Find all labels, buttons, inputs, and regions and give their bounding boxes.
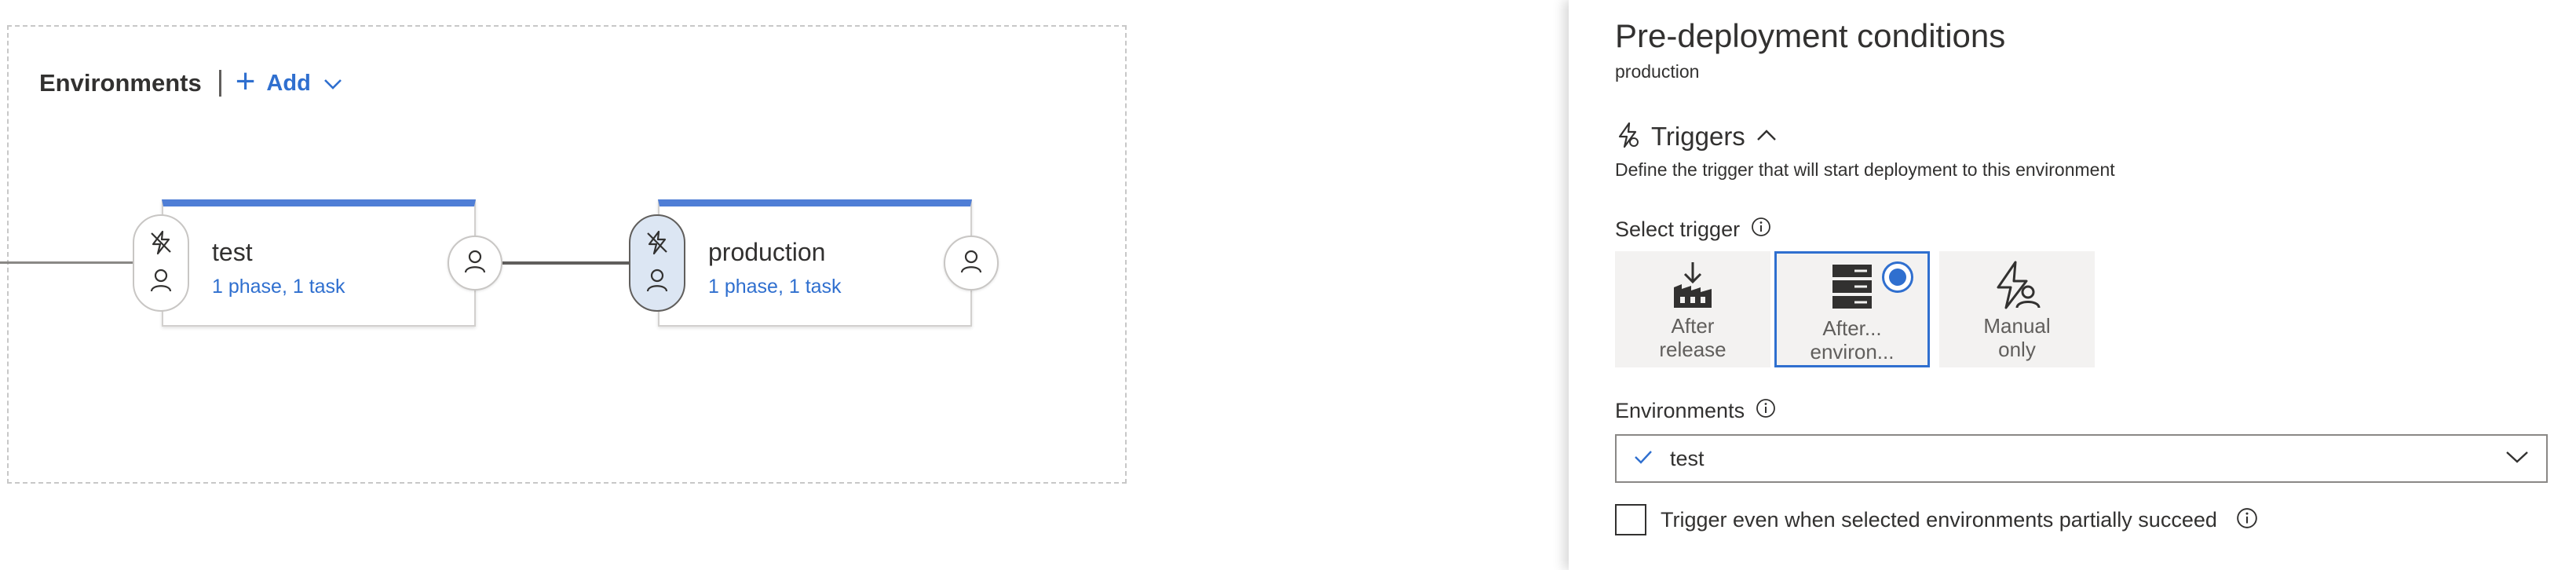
trigger-icon xyxy=(1615,122,1640,152)
environments-field-label: Environments xyxy=(1615,398,1776,424)
environments-dropdown[interactable]: test xyxy=(1615,434,2548,483)
pipeline-canvas: Environments + Add test 1 phase, 1 task … xyxy=(0,0,1569,570)
trigger-option-after-release[interactable]: After release xyxy=(1615,251,1770,367)
pre-deployment-conditions-test[interactable] xyxy=(133,214,189,312)
environments-selected-value: test xyxy=(1670,446,1705,470)
triggers-section-toggle[interactable]: Triggers xyxy=(1615,119,1777,154)
chevron-up-icon xyxy=(1756,129,1777,145)
stage-name: production xyxy=(708,238,826,266)
label-line-1: After... xyxy=(1822,316,1882,340)
pre-deployment-conditions-production[interactable] xyxy=(629,214,685,312)
triggers-description: Define the trigger that will start deplo… xyxy=(1615,159,2115,180)
approver-icon xyxy=(464,250,486,277)
environments-header: Environments + Add xyxy=(39,64,342,100)
trigger-option-label: Manual only xyxy=(1946,314,2088,361)
label-line-2: release xyxy=(1659,338,1726,361)
add-environment-button[interactable]: + Add xyxy=(236,64,342,99)
select-trigger-label: Select trigger xyxy=(1615,217,1771,243)
stage-name: test xyxy=(212,238,253,266)
plus-icon: + xyxy=(235,62,256,100)
label-line-2: environ... xyxy=(1810,340,1895,364)
triggers-label: Triggers xyxy=(1651,122,1745,151)
server-stack-icon xyxy=(1831,261,1873,313)
chevron-down-icon xyxy=(323,71,342,97)
info-icon[interactable] xyxy=(2236,507,2258,533)
post-deployment-conditions-test[interactable] xyxy=(448,236,502,290)
stage-card-production[interactable]: production 1 phase, 1 task xyxy=(658,199,972,327)
checkmark-icon xyxy=(1634,449,1653,469)
stage-card-test[interactable]: test 1 phase, 1 task xyxy=(162,199,476,327)
label-line-1: Manual xyxy=(1983,314,2051,338)
release-download-icon xyxy=(1669,259,1716,311)
label-line-2: only xyxy=(1998,338,2036,361)
environments-title: Environments xyxy=(39,69,202,97)
trigger-option-label: After... environ... xyxy=(1781,316,1923,364)
approver-icon xyxy=(150,269,172,296)
info-icon[interactable] xyxy=(1751,217,1771,243)
select-trigger-text: Select trigger xyxy=(1615,217,1741,241)
partial-success-checkbox[interactable] xyxy=(1615,504,1646,535)
artifact-connector-line xyxy=(0,261,140,264)
stage-summary-link[interactable]: 1 phase, 1 task xyxy=(708,276,842,298)
add-button-label: Add xyxy=(266,70,311,96)
panel-subtitle: production xyxy=(1615,61,1700,82)
label-line-1: After xyxy=(1671,314,1715,338)
partial-success-row: Trigger even when selected environments … xyxy=(1615,504,2258,535)
header-separator xyxy=(218,70,221,97)
trigger-option-manual-only[interactable]: Manual only xyxy=(1939,251,2095,367)
panel-title: Pre-deployment conditions xyxy=(1615,17,2006,54)
selected-radio-icon xyxy=(1882,261,1913,293)
trigger-option-label: After release xyxy=(1622,314,1763,361)
manual-trigger-icon xyxy=(1992,259,2042,311)
stage-summary-link[interactable]: 1 phase, 1 task xyxy=(212,276,345,298)
approver-icon xyxy=(646,269,668,296)
stage-connector-line xyxy=(502,261,636,265)
info-icon[interactable] xyxy=(1756,398,1776,424)
chevron-down-icon xyxy=(2505,450,2529,468)
environments-label-text: Environments xyxy=(1615,399,1745,422)
partial-success-label: Trigger even when selected environments … xyxy=(1661,507,2217,532)
lightning-icon xyxy=(149,230,173,259)
trigger-option-after-environment[interactable]: After... environ... xyxy=(1774,251,1930,367)
lightning-icon xyxy=(645,230,669,259)
post-deployment-conditions-production[interactable] xyxy=(944,236,999,290)
pre-deployment-conditions-panel: Pre-deployment conditions production Tri… xyxy=(1569,0,2576,570)
approver-icon xyxy=(960,250,982,277)
